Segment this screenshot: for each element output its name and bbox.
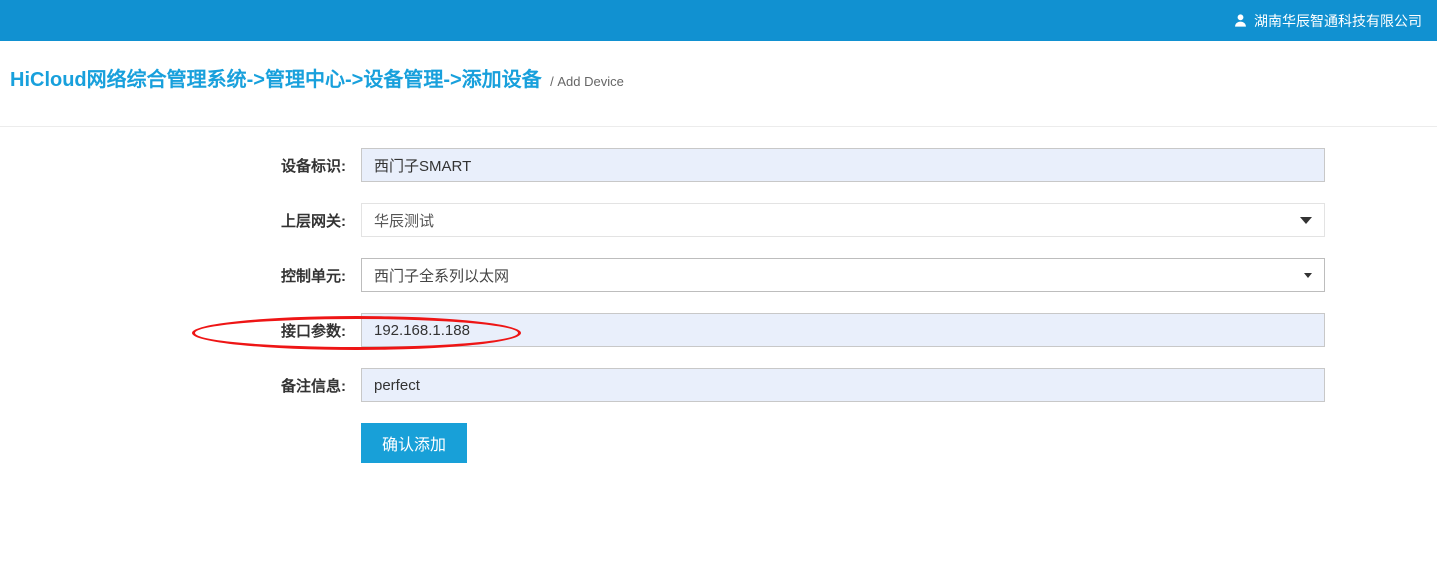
gateway-select[interactable]: 华辰测试: [361, 203, 1325, 237]
gateway-selected-value: 华辰测试: [374, 210, 434, 231]
form-row-device-id: 设备标识:: [0, 148, 1437, 182]
form-row-interface-params: 接口参数:: [0, 313, 1437, 347]
add-device-page: 湖南华辰智通科技有限公司 HiCloud网络综合管理系统->管理中心->设备管理…: [0, 0, 1437, 574]
form-row-remark: 备注信息:: [0, 368, 1437, 402]
user-icon: [1233, 13, 1248, 28]
breadcrumb-path[interactable]: HiCloud网络综合管理系统->管理中心->设备管理->添加设备: [10, 69, 542, 91]
form-row-control-unit: 控制单元: 西门子全系列以太网: [0, 258, 1437, 292]
chevron-down-icon: [1300, 217, 1312, 224]
interface-params-input[interactable]: [361, 313, 1325, 347]
add-device-form: 设备标识: 上层网关: 华辰测试 控制单元: 西门子全系列以太网 接口参数: 备…: [0, 148, 1437, 463]
control-unit-selected-value: 西门子全系列以太网: [374, 265, 509, 286]
breadcrumb: HiCloud网络综合管理系统->管理中心->设备管理->添加设备 / Add …: [0, 41, 1437, 127]
company-name: 湖南华辰智通科技有限公司: [1254, 11, 1422, 31]
control-unit-label: 控制单元:: [0, 265, 361, 286]
remark-input[interactable]: [361, 368, 1325, 402]
form-row-gateway: 上层网关: 华辰测试: [0, 203, 1437, 237]
breadcrumb-suffix: / Add Device: [550, 74, 624, 89]
top-bar: 湖南华辰智通科技有限公司: [0, 0, 1437, 41]
interface-params-label: 接口参数:: [0, 320, 361, 341]
gateway-label: 上层网关:: [0, 210, 361, 231]
chevron-down-icon: [1304, 273, 1312, 278]
device-id-label: 设备标识:: [0, 155, 361, 176]
device-id-input[interactable]: [361, 148, 1325, 182]
confirm-add-button[interactable]: 确认添加: [361, 423, 467, 463]
company-account[interactable]: 湖南华辰智通科技有限公司: [1233, 11, 1422, 31]
remark-label: 备注信息:: [0, 375, 361, 396]
button-row: 确认添加: [361, 423, 1437, 463]
control-unit-select[interactable]: 西门子全系列以太网: [361, 258, 1325, 292]
